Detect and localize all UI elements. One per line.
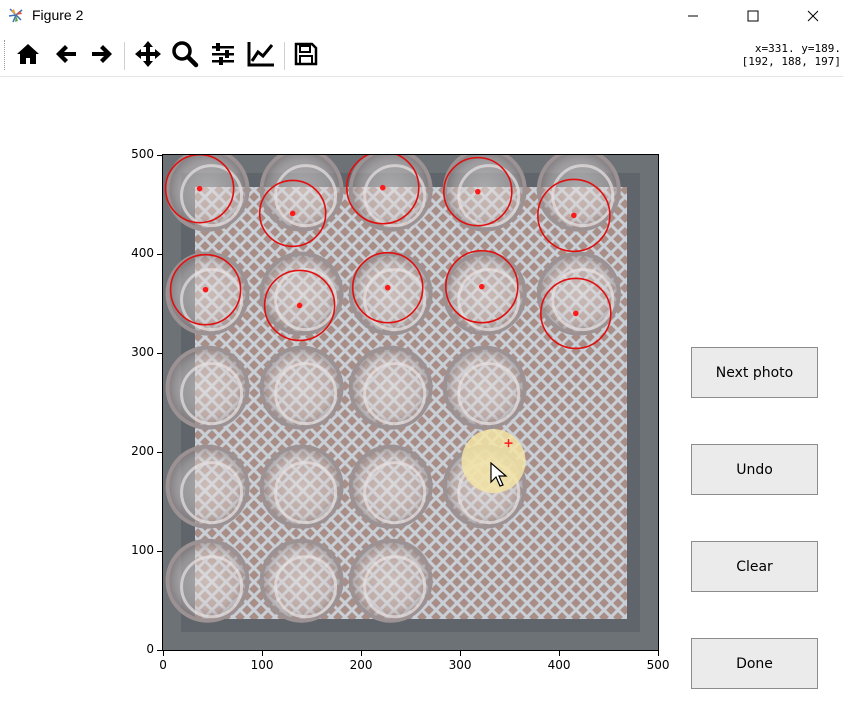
jar bbox=[165, 538, 250, 623]
back-arrow-icon bbox=[53, 41, 79, 71]
x-tick bbox=[657, 651, 659, 656]
y-tick bbox=[157, 550, 162, 552]
back-button[interactable] bbox=[50, 40, 82, 72]
jar bbox=[259, 251, 344, 336]
marked-point-dot bbox=[475, 188, 481, 195]
jar bbox=[348, 538, 433, 623]
x-tick-label: 400 bbox=[547, 658, 571, 672]
cursor-coordinates-readout: x=331. y=189. [192, 188, 197] bbox=[742, 42, 841, 68]
maximize-icon bbox=[747, 7, 759, 26]
y-tick bbox=[157, 154, 162, 156]
jar bbox=[536, 155, 621, 232]
marked-point-dot bbox=[384, 284, 391, 291]
jar bbox=[259, 155, 344, 232]
window-title: Figure 2 bbox=[32, 7, 84, 23]
marked-point-dot bbox=[478, 283, 485, 290]
minimize-button[interactable] bbox=[670, 0, 716, 32]
edit-axes-button[interactable] bbox=[245, 40, 277, 72]
jar bbox=[536, 251, 621, 336]
y-tick bbox=[157, 649, 162, 651]
matplotlib-app-icon bbox=[7, 6, 25, 24]
marked-point-dot bbox=[296, 302, 303, 309]
y-tick bbox=[157, 352, 162, 354]
next-photo-button[interactable]: Next photo bbox=[691, 347, 818, 398]
marked-point-dot bbox=[571, 212, 577, 219]
y-tick-label: 400 bbox=[131, 246, 154, 260]
title-bar: Figure 2 bbox=[0, 0, 843, 32]
plot-axes[interactable] bbox=[162, 154, 659, 651]
jar bbox=[259, 538, 344, 623]
x-tick-label: 300 bbox=[448, 658, 472, 672]
toolbar-separator bbox=[284, 42, 285, 70]
y-tick bbox=[157, 451, 162, 453]
marked-point-dot bbox=[379, 184, 386, 191]
jar bbox=[348, 345, 433, 430]
x-tick bbox=[261, 651, 263, 656]
jar bbox=[348, 251, 433, 336]
x-tick bbox=[162, 651, 164, 656]
zoom-icon bbox=[171, 40, 199, 72]
done-button[interactable]: Done bbox=[691, 638, 818, 689]
edit-axes-icon bbox=[246, 40, 276, 72]
toolbar-grip[interactable] bbox=[4, 40, 8, 70]
x-tick-label: 100 bbox=[250, 658, 274, 672]
x-tick bbox=[459, 651, 461, 656]
jar bbox=[165, 345, 250, 430]
home-icon bbox=[15, 41, 41, 71]
zoom-button[interactable] bbox=[169, 40, 201, 72]
x-tick-label: 500 bbox=[646, 658, 670, 672]
marked-point-dot bbox=[573, 310, 579, 317]
forward-button[interactable] bbox=[86, 40, 118, 72]
configure-subplots-button[interactable] bbox=[207, 40, 239, 72]
marked-point-dot bbox=[289, 210, 296, 217]
clear-button[interactable]: Clear bbox=[691, 541, 818, 592]
x-tick-label: 0 bbox=[159, 658, 167, 672]
pan-button[interactable] bbox=[132, 40, 164, 72]
y-tick-label: 300 bbox=[131, 345, 154, 359]
jar bbox=[259, 345, 344, 430]
configure-subplots-icon bbox=[210, 41, 236, 71]
toolbar-separator bbox=[124, 42, 125, 70]
navigation-toolbar: x=331. y=189. [192, 188, 197] bbox=[0, 34, 843, 77]
undo-button[interactable]: Undo bbox=[691, 444, 818, 495]
y-tick-label: 100 bbox=[131, 543, 154, 557]
forward-arrow-icon bbox=[89, 41, 115, 71]
jar bbox=[165, 444, 250, 529]
jar bbox=[442, 251, 527, 336]
close-button[interactable] bbox=[790, 0, 836, 32]
y-tick bbox=[157, 253, 162, 255]
close-icon bbox=[807, 7, 819, 26]
y-tick-label: 200 bbox=[131, 444, 154, 458]
mouse-pointer-icon bbox=[490, 461, 508, 492]
cursor-xy-text: x=331. y=189. bbox=[754, 42, 841, 55]
x-tick bbox=[360, 651, 362, 656]
maximize-button[interactable] bbox=[730, 0, 776, 32]
jar bbox=[165, 155, 250, 232]
save-icon bbox=[293, 41, 319, 71]
pan-icon bbox=[134, 40, 162, 72]
home-button[interactable] bbox=[12, 40, 44, 72]
marked-point-dot bbox=[196, 185, 203, 192]
x-tick-label: 200 bbox=[349, 658, 373, 672]
y-tick-label: 0 bbox=[146, 642, 154, 656]
jar bbox=[442, 345, 527, 430]
cursor-pixel-value-text: [192, 188, 197] bbox=[741, 55, 841, 68]
jar bbox=[348, 444, 433, 529]
x-tick bbox=[558, 651, 560, 656]
jar bbox=[259, 444, 344, 529]
crate-photo-image[interactable] bbox=[163, 155, 658, 650]
marked-point-dot bbox=[202, 286, 209, 293]
minimize-icon bbox=[687, 7, 699, 26]
y-tick-label: 500 bbox=[131, 147, 154, 161]
save-button[interactable] bbox=[290, 40, 322, 72]
